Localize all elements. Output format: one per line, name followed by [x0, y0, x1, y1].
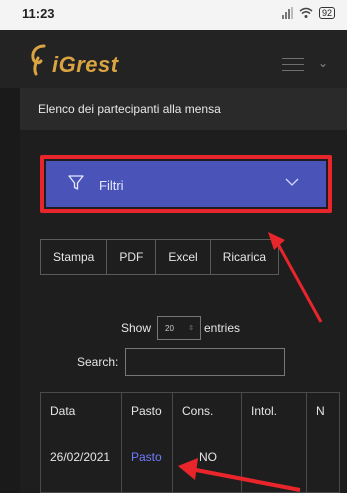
arrow-to-filter [268, 232, 323, 323]
arrow-to-pasto [178, 458, 301, 492]
annotation-arrows [178, 232, 323, 492]
